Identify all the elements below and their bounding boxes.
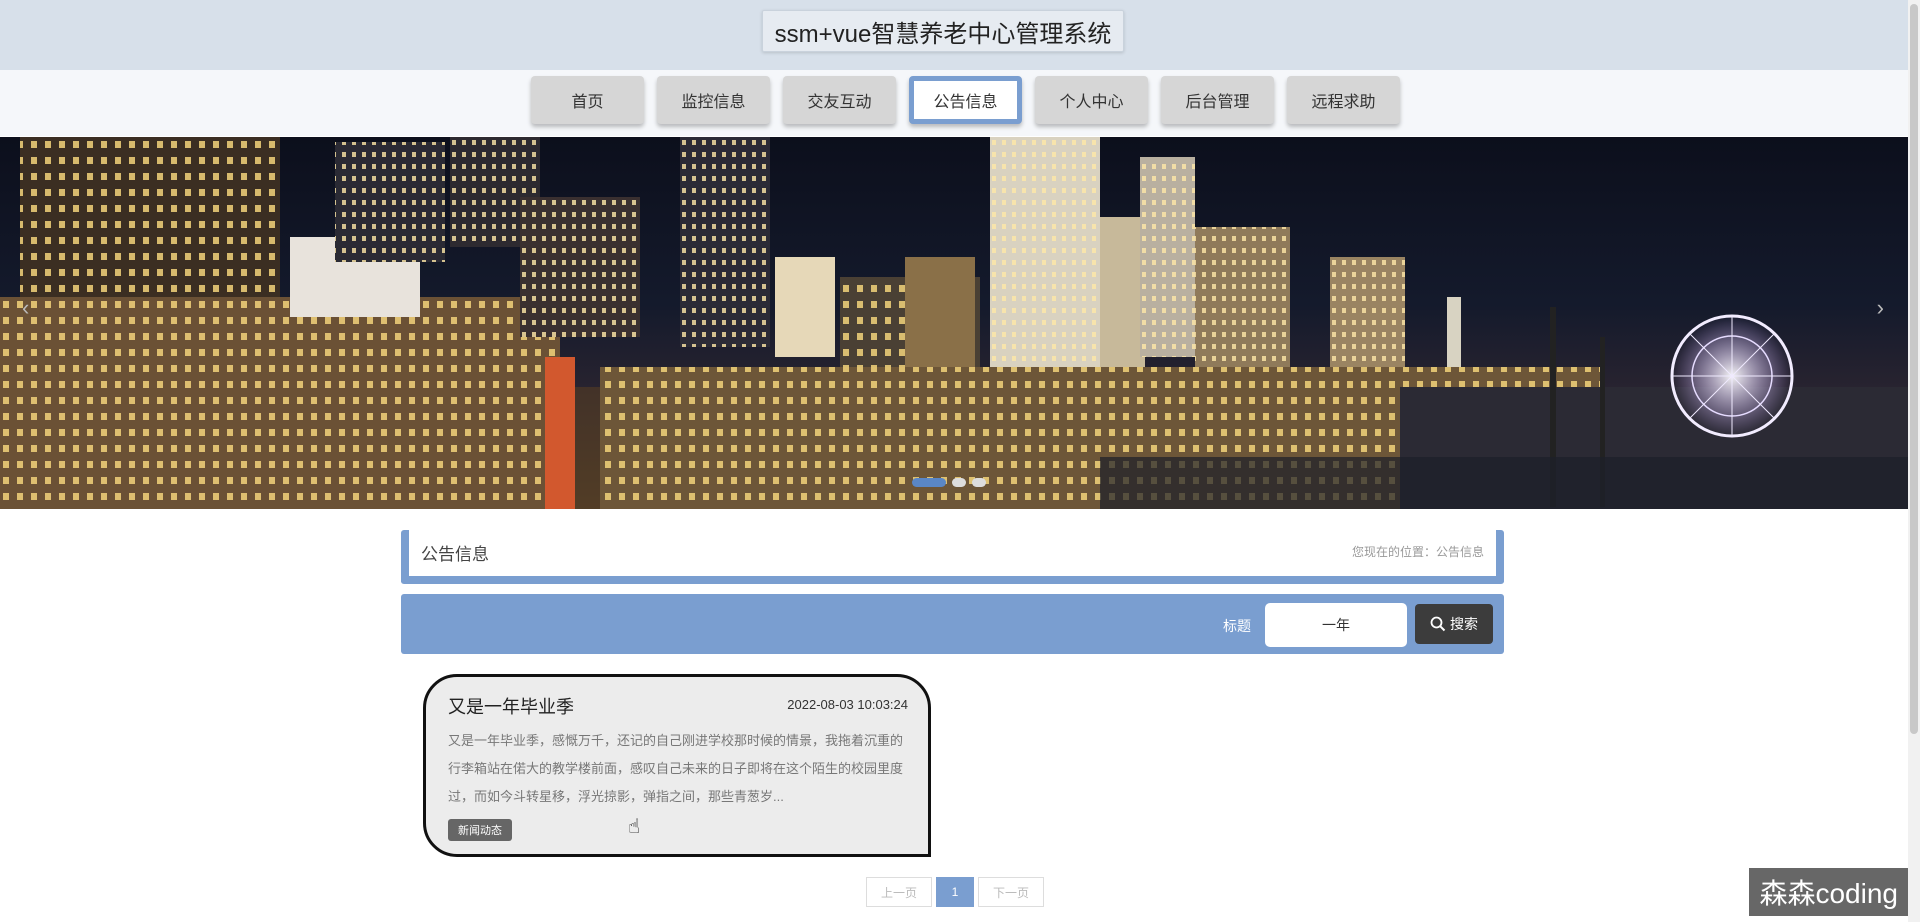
nav-item-admin[interactable]: 后台管理 <box>1161 76 1274 124</box>
next-page-button[interactable]: 下一页 <box>978 877 1044 907</box>
hand-cursor-icon: ☝ <box>628 816 641 838</box>
page-number-button[interactable]: 1 <box>936 877 974 907</box>
breadcrumb-box: 公告信息 您现在的位置：公告信息 <box>401 530 1504 584</box>
scrollbar-thumb[interactable] <box>1910 4 1918 734</box>
card-body: 又是一年毕业季，感慨万千，还记的自己刚进学校那时候的情景，我拖着沉重的行李箱站在… <box>448 733 904 804</box>
watermark: 森森coding <box>1749 868 1908 916</box>
city-skyline-image <box>0 137 1908 509</box>
main-nav: 首页 监控信息 交友互动 公告信息 个人中心 后台管理 远程求助 <box>531 76 1400 124</box>
banner-indicator-2[interactable] <box>952 478 966 487</box>
announcement-card[interactable]: 又是一年毕业季 2022-08-03 10:03:24 又是一年毕业季，感慨万千… <box>423 674 931 857</box>
search-icon <box>1430 616 1446 632</box>
search-input[interactable] <box>1265 603 1407 647</box>
nav-item-social[interactable]: 交友互动 <box>783 76 896 124</box>
banner-next-arrow[interactable]: › <box>1877 295 1884 321</box>
search-label: 标题 <box>1223 618 1251 634</box>
card-tag[interactable]: 新闻动态 <box>448 819 512 841</box>
nav-item-announcements[interactable]: 公告信息 <box>909 76 1022 124</box>
search-button-label: 搜索 <box>1450 616 1478 632</box>
banner-indicator-1[interactable] <box>912 478 946 487</box>
banner-carousel[interactable]: ‹ › <box>0 137 1908 509</box>
nav-item-monitor[interactable]: 监控信息 <box>657 76 770 124</box>
site-title: ssm+vue智慧养老中心管理系统 <box>762 10 1124 52</box>
breadcrumb: 您现在的位置：公告信息 <box>1351 545 1484 559</box>
card-title: 又是一年毕业季 <box>448 697 574 717</box>
banner-prev-arrow[interactable]: ‹ <box>22 295 29 321</box>
prev-page-button[interactable]: 上一页 <box>866 877 932 907</box>
pagination: 上一页 1 下一页 <box>866 877 1044 907</box>
scrollbar[interactable] <box>1908 0 1920 922</box>
nav-item-remote-help[interactable]: 远程求助 <box>1287 76 1400 124</box>
nav-item-home[interactable]: 首页 <box>531 76 644 124</box>
search-button[interactable]: 搜索 <box>1415 604 1493 644</box>
search-bar: 标题 搜索 <box>401 594 1504 654</box>
banner-indicators <box>912 478 986 487</box>
section-title: 公告信息 <box>421 545 489 564</box>
nav-item-profile[interactable]: 个人中心 <box>1035 76 1148 124</box>
banner-indicator-3[interactable] <box>972 478 986 487</box>
card-date: 2022-08-03 10:03:24 <box>787 697 908 712</box>
